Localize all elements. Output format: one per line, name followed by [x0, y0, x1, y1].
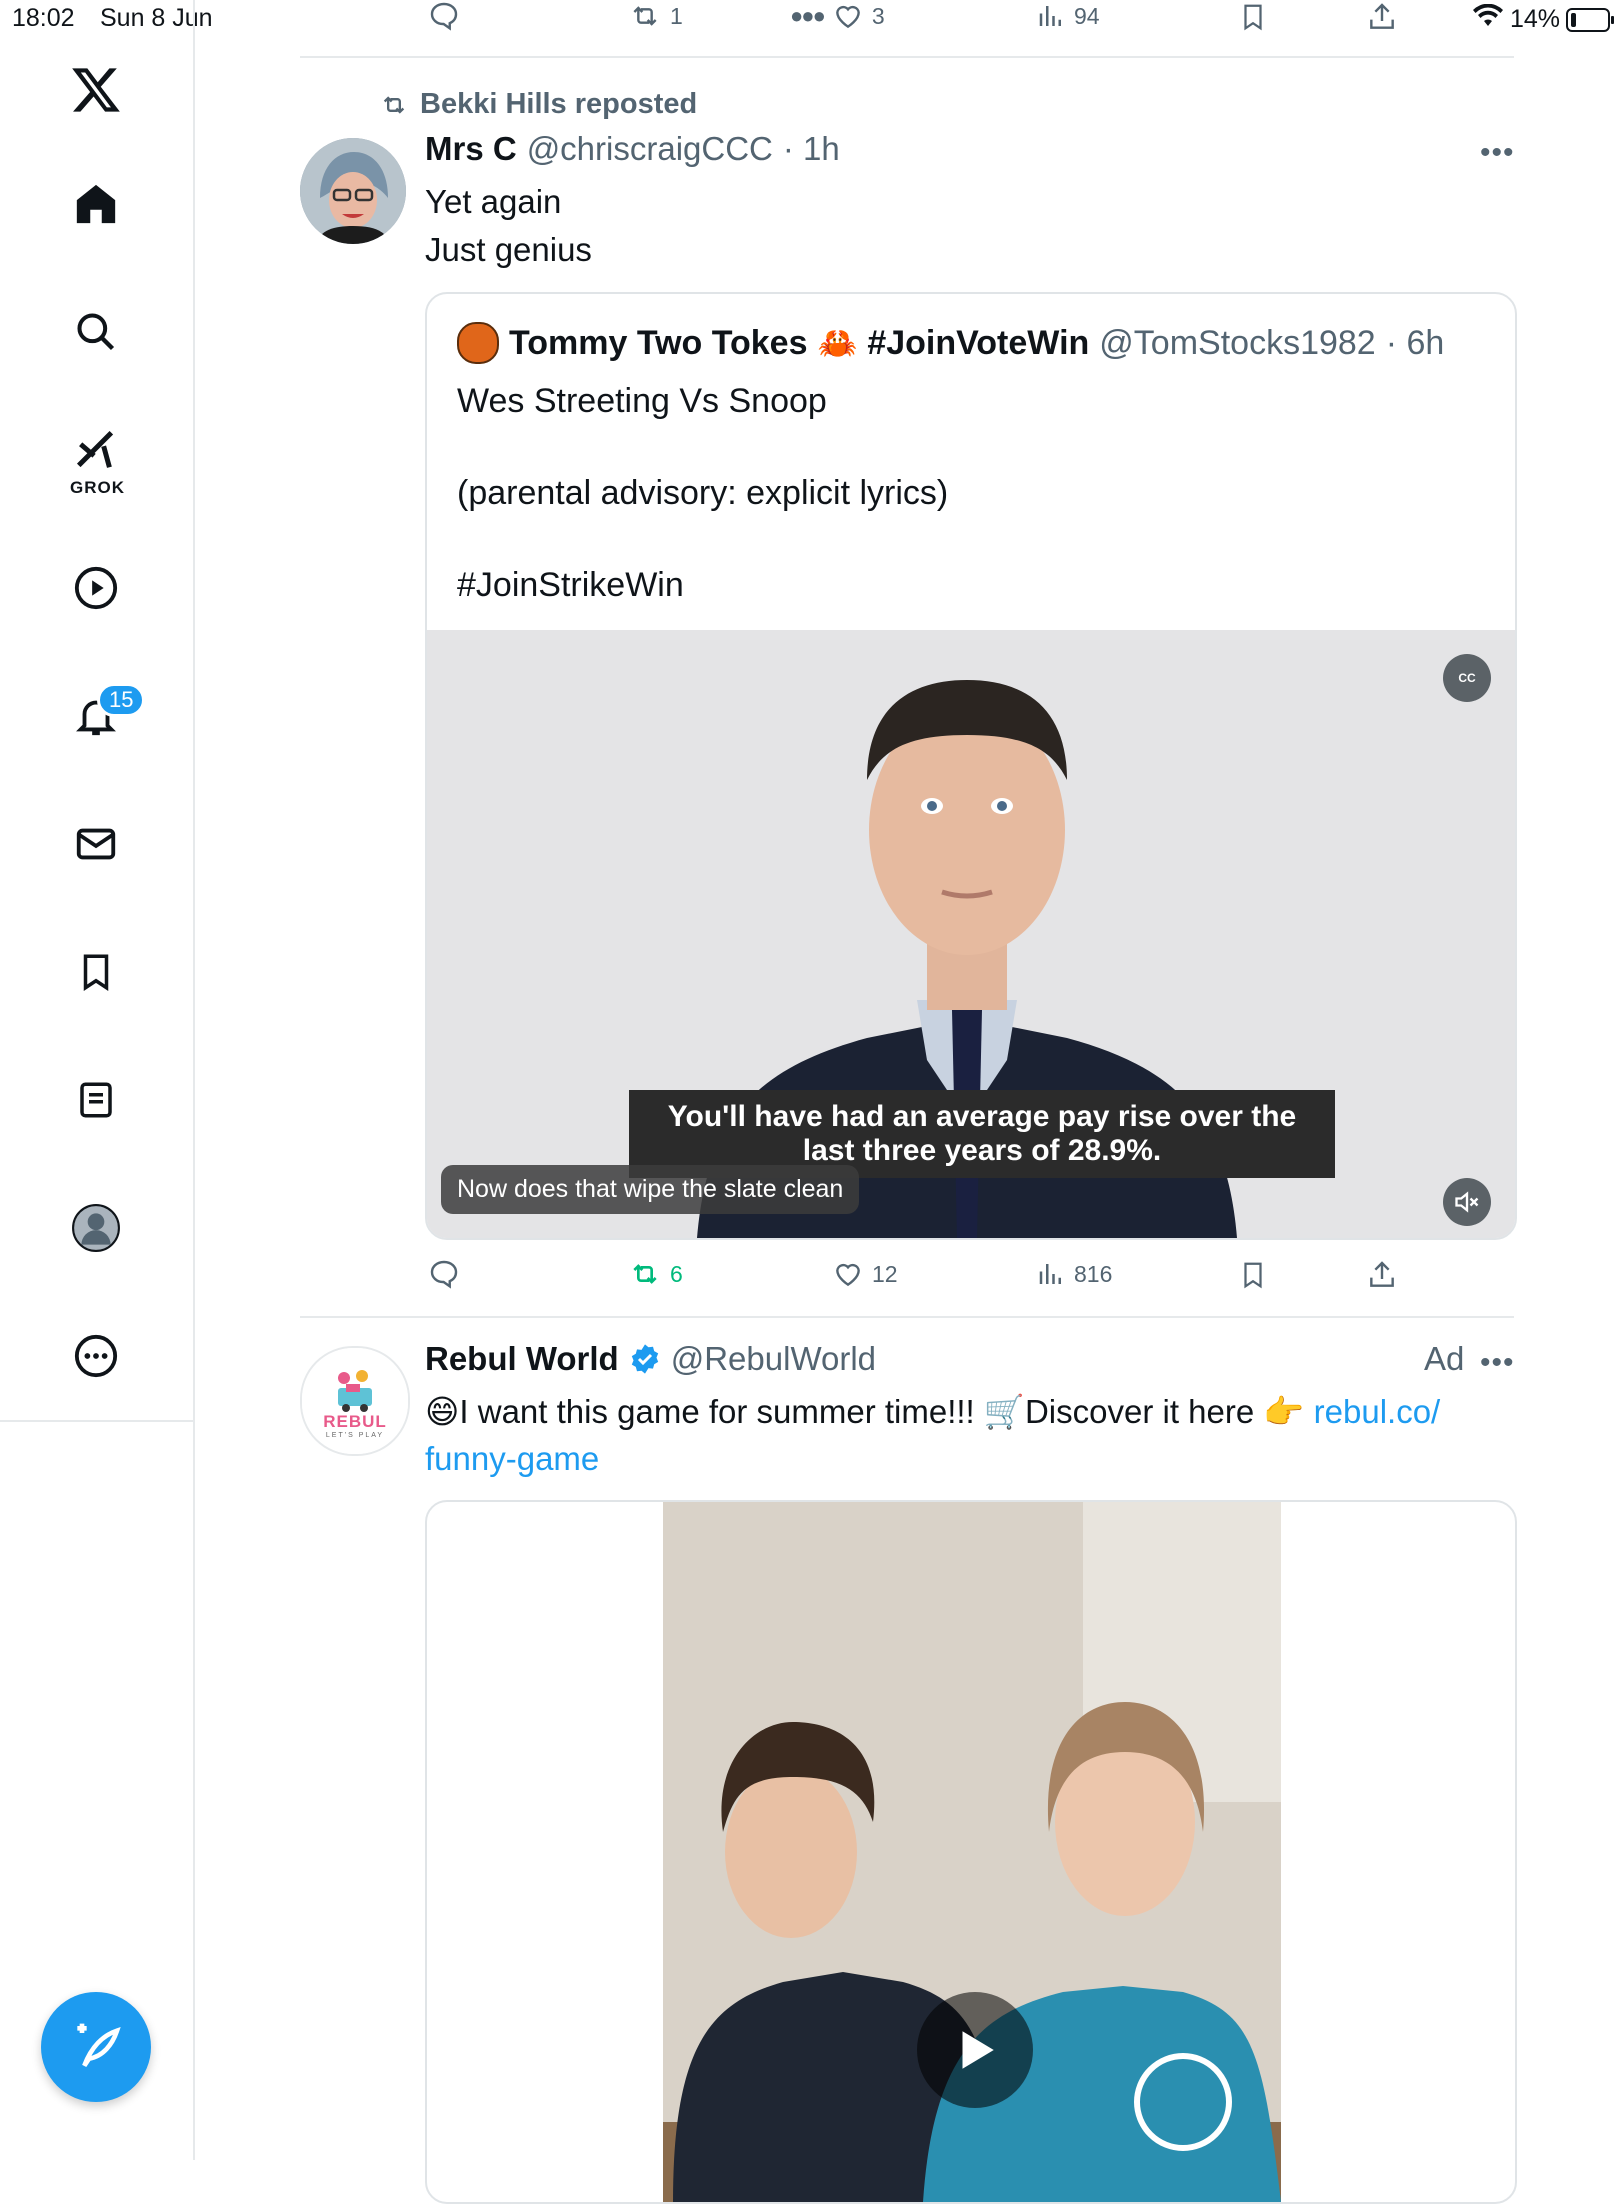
heart-icon [836, 5, 860, 29]
tweet-text-line-1: Yet again [425, 183, 562, 220]
quote-author-name: Tommy Two Tokes [509, 323, 808, 362]
ad-author-name[interactable]: Rebul World [425, 1340, 619, 1378]
quote-author: Tommy Two Tokes 🦀 #JoinVoteWin @TomStock… [457, 322, 1444, 364]
repost-header: Bekki Hills reposted [378, 88, 697, 121]
messages-icon[interactable] [58, 806, 134, 882]
tweet-author: Mrs C @chriscraigCCC · 1h [425, 130, 840, 168]
ad-label: Ad [1424, 1340, 1465, 1377]
captions-button[interactable]: CC [1443, 654, 1491, 702]
quote-text-line-1: Wes Streeting Vs Snoop [457, 382, 827, 420]
tweet-time: · 1h [782, 130, 840, 167]
ad-author-handle[interactable]: @RebulWorld [671, 1340, 876, 1378]
tweet-more-button[interactable]: ••• [1480, 136, 1515, 170]
rebul-logo-text: REBUL [323, 1412, 387, 1431]
reposted-by: Bekki Hills reposted [420, 88, 698, 120]
quote-video[interactable]: CC You'll have had an average pay rise o… [427, 630, 1515, 1238]
bookmarks-icon[interactable] [58, 934, 134, 1010]
views-count: 816 [1074, 1260, 1113, 1287]
divider [300, 56, 1514, 58]
status-indicators: 14% [1472, 3, 1614, 35]
avatar[interactable] [300, 138, 406, 244]
ad-link-continued[interactable]: funny-game [425, 1440, 599, 1477]
repost-icon [383, 95, 405, 114]
reply-button[interactable] [428, 1258, 460, 1290]
repost-button[interactable]: 1 [628, 0, 683, 32]
lists-icon[interactable] [58, 1062, 134, 1138]
views-button[interactable]: 816 [1036, 1258, 1112, 1290]
battery-icon [1566, 7, 1614, 32]
bookmark-button[interactable] [1238, 1258, 1268, 1292]
grok-label: GROK [70, 478, 125, 497]
reply-icon [430, 1260, 458, 1289]
compose-feather-icon [77, 2023, 121, 2067]
video-icon[interactable] [58, 550, 134, 626]
repost-count: 6 [670, 1260, 683, 1287]
sidebar-divider [0, 1420, 193, 1422]
grok-icon[interactable] [58, 412, 134, 488]
ad-avatar[interactable]: REBUL LET'S PLAY [300, 1346, 410, 1456]
ad-video[interactable] [663, 1502, 1281, 2202]
views-count: 94 [1074, 2, 1100, 29]
repost-button[interactable]: 6 [628, 1258, 683, 1290]
bookmark-icon [1244, 4, 1262, 31]
wifi-icon [1472, 3, 1504, 35]
views-icon [1039, 6, 1061, 26]
compose-button[interactable] [41, 1992, 151, 2102]
views-icon [1039, 1264, 1061, 1284]
author-name[interactable]: Mrs C [425, 130, 517, 168]
search-icon[interactable] [58, 294, 134, 370]
bookmark-button[interactable] [1238, 0, 1268, 34]
quote-author-handle: @TomStocks1982 [1099, 323, 1376, 362]
quote-avatar [457, 322, 499, 364]
rebul-logo-subtext: LET'S PLAY [325, 1432, 385, 1439]
author-handle[interactable]: @chriscraigCCC [527, 130, 773, 168]
ad-author: Rebul World @RebulWorld [425, 1340, 876, 1378]
ad-link[interactable]: rebul.co/ [1314, 1393, 1441, 1430]
like-button[interactable]: 12 [832, 1258, 898, 1290]
play-button[interactable] [917, 1992, 1033, 2108]
quote-time: · 6h [1385, 323, 1445, 362]
mute-button[interactable] [1443, 1178, 1491, 1226]
notifications-badge: 15 [97, 683, 146, 717]
share-icon [1370, 3, 1394, 29]
reply-icon [430, 2, 458, 31]
ad-more-button[interactable]: ••• [1480, 1346, 1515, 1380]
verified-badge-icon [631, 1344, 658, 1374]
more-dots-icon: ●●● [790, 3, 826, 28]
repost-icon [633, 1264, 657, 1284]
share-icon [1370, 1261, 1394, 1287]
tweet-text-line-2: Just genius [425, 231, 592, 268]
quote-tweet-card[interactable]: Tommy Two Tokes 🦀 #JoinVoteWin @TomStock… [425, 292, 1517, 1240]
repost-icon [633, 6, 657, 26]
crab-emoji: 🦀 [817, 325, 858, 361]
x-logo-icon[interactable] [58, 52, 134, 128]
play-icon [962, 2031, 994, 2069]
share-button[interactable] [1366, 1258, 1398, 1292]
share-button[interactable] [1366, 0, 1398, 34]
profile-avatar-icon[interactable] [58, 1190, 134, 1266]
heart-icon [836, 1263, 860, 1287]
battery-percent: 14% [1509, 5, 1560, 33]
quote-hashtag: #JoinStrikeWin [457, 566, 684, 604]
quote-author-hashtag: #JoinVoteWin [867, 323, 1090, 362]
home-icon[interactable] [58, 166, 134, 242]
quote-text-line-2: (parental advisory: explicit lyrics) [457, 474, 949, 512]
more-options-icon[interactable] [58, 1318, 134, 1394]
reply-button[interactable] [428, 0, 460, 32]
divider [300, 1316, 1514, 1318]
views-button[interactable]: 94 [1036, 0, 1100, 32]
muted-speaker-icon [1455, 1191, 1479, 1213]
ad-text: 😄I want this game for summer time!!! 🛒Di… [425, 1388, 1525, 1482]
repost-count: 1 [670, 2, 683, 29]
like-button[interactable]: ●●● 3 [790, 0, 885, 32]
ad-text-body: 😄I want this game for summer time!!! 🛒Di… [425, 1393, 1314, 1430]
video-caption: Now does that wipe the slate clean [441, 1165, 860, 1214]
ad-media-card[interactable] [425, 1500, 1517, 2204]
like-count: 3 [871, 2, 885, 29]
like-count: 12 [872, 1260, 898, 1287]
bookmark-icon [1244, 1262, 1262, 1289]
